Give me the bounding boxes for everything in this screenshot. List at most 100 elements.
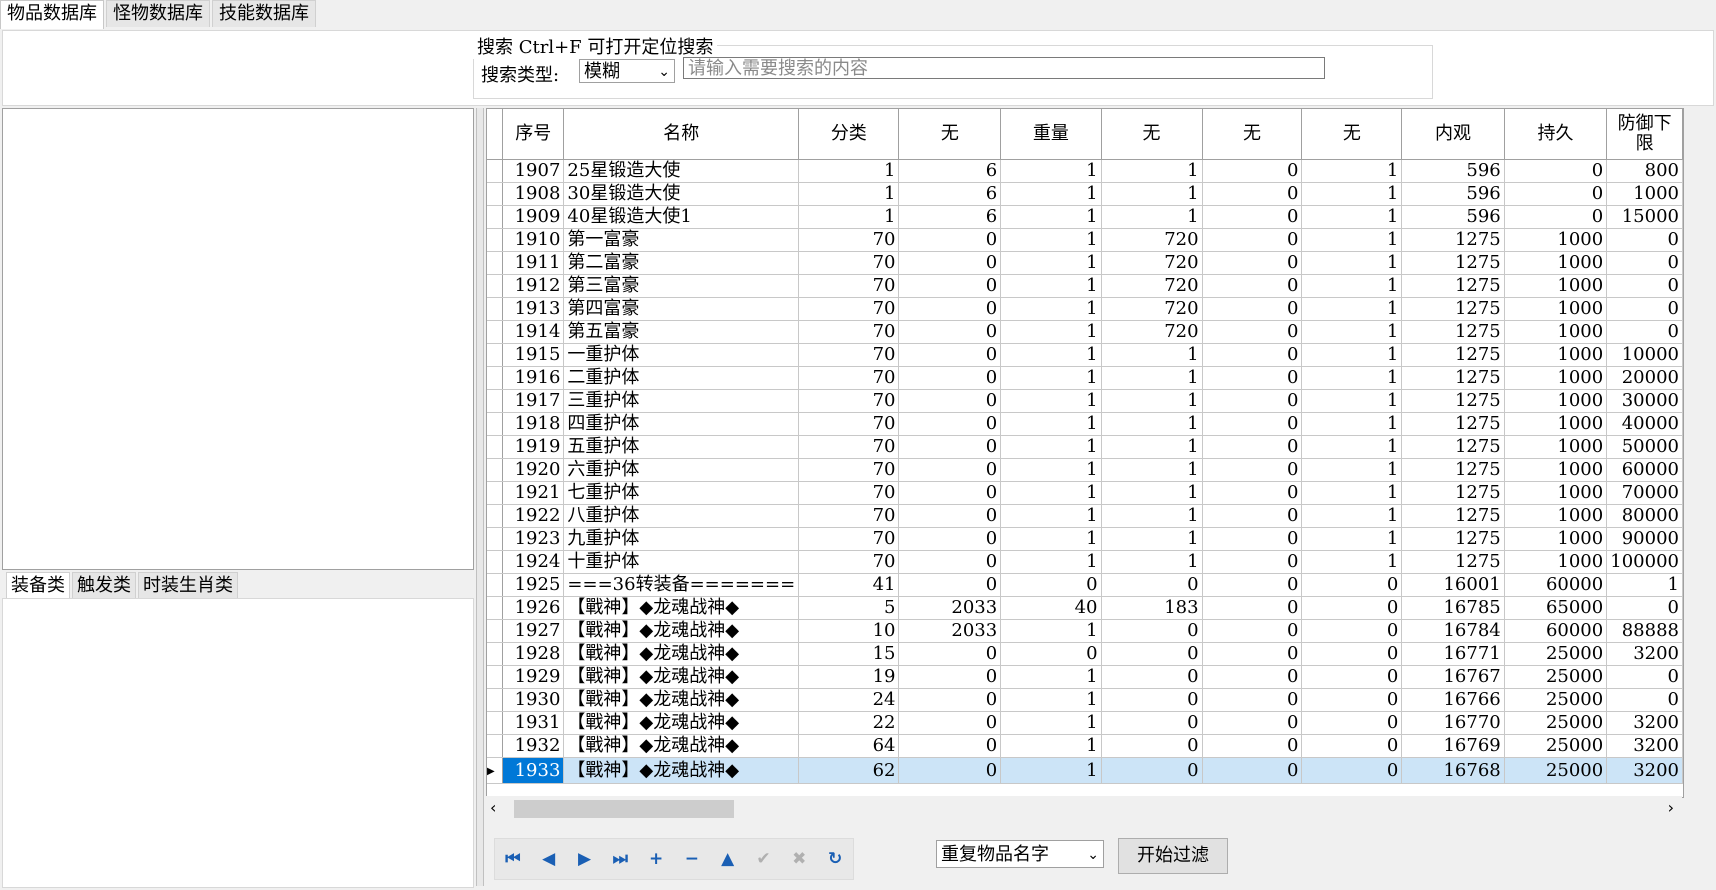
table-cell[interactable]: 1 [1000, 711, 1102, 735]
table-cell[interactable]: 1275 [1401, 435, 1505, 459]
table-cell[interactable]: 0 [898, 228, 1002, 252]
table-row[interactable]: 1909 40星锻造大使1 1 6 1 1 0 1 596 0 15000 [487, 205, 1683, 229]
table-cell[interactable]: 1 [1301, 274, 1403, 298]
tab-equipment[interactable]: 装备类 [6, 572, 70, 599]
last-record-icon[interactable]: ⏭ [602, 849, 638, 869]
table-row[interactable]: 1923 九重护体 70 0 1 1 0 1 1275 1000 90000 [487, 527, 1683, 551]
table-cell[interactable]: 【戰神】◆龙魂战神◆ [563, 596, 800, 620]
table-cell[interactable]: 1 [1000, 688, 1102, 712]
table-row[interactable]: 1914 第五富豪 70 0 1 720 0 1 1275 1000 0 [487, 320, 1683, 344]
table-cell[interactable]: 16784 [1401, 619, 1505, 643]
table-cell[interactable]: 【戰神】◆龙魂战神◆ [563, 642, 800, 666]
table-cell[interactable]: 1000 [1504, 412, 1608, 436]
table-cell[interactable]: 0 [1202, 596, 1303, 620]
table-cell[interactable]: 70 [798, 343, 900, 367]
table-cell[interactable]: 1916 [502, 366, 565, 390]
tab-skill-database[interactable]: 技能数据库 [212, 0, 316, 27]
table-cell[interactable]: 596 [1401, 159, 1505, 183]
table-cell[interactable]: 0 [1301, 688, 1403, 712]
cancel-record-icon[interactable]: ✖ [781, 849, 817, 869]
table-cell[interactable]: 1929 [502, 665, 565, 689]
row-indicator[interactable] [487, 297, 503, 321]
table-cell[interactable]: 0 [1606, 228, 1683, 252]
table-cell[interactable]: 1933 [502, 757, 565, 784]
row-indicator[interactable] [487, 504, 503, 528]
table-cell[interactable]: 第五富豪 [563, 320, 800, 344]
table-cell[interactable]: 1 [1301, 205, 1403, 229]
table-cell[interactable]: ===36转装备======= [563, 573, 800, 597]
table-cell[interactable]: 1000 [1504, 435, 1608, 459]
table-cell[interactable]: 0 [1202, 435, 1303, 459]
row-indicator[interactable] [487, 734, 503, 758]
table-cell[interactable]: 【戰神】◆龙魂战神◆ [563, 688, 800, 712]
table-cell[interactable]: 1275 [1401, 228, 1505, 252]
table-cell[interactable]: 16771 [1401, 642, 1505, 666]
table-cell[interactable]: 6 [898, 159, 1002, 183]
table-cell[interactable]: 1 [1000, 550, 1102, 574]
post-record-icon[interactable]: ✔ [746, 849, 782, 869]
table-cell[interactable]: 0 [898, 573, 1002, 597]
table-cell[interactable]: 60000 [1606, 458, 1683, 482]
table-cell[interactable]: 八重护体 [563, 504, 800, 528]
table-cell[interactable]: 0 [898, 711, 1002, 735]
table-row[interactable]: 1922 八重护体 70 0 1 1 0 1 1275 1000 80000 [487, 504, 1683, 528]
table-cell[interactable]: 0 [1202, 205, 1303, 229]
table-cell[interactable]: 0 [898, 343, 1002, 367]
table-cell[interactable]: 0 [1504, 182, 1608, 206]
table-cell[interactable]: 一重护体 [563, 343, 800, 367]
row-indicator[interactable] [487, 688, 503, 712]
table-row[interactable]: 1931 【戰神】◆龙魂战神◆ 22 0 1 0 0 0 16770 25000 3200 [487, 711, 1683, 735]
table-cell[interactable]: 1000 [1504, 504, 1608, 528]
table-cell[interactable]: 40000 [1606, 412, 1683, 436]
table-cell[interactable]: 七重护体 [563, 481, 800, 505]
table-cell[interactable]: 0 [1202, 297, 1303, 321]
insert-record-icon[interactable]: + [638, 849, 674, 869]
table-cell[interactable]: 70 [798, 435, 900, 459]
table-cell[interactable]: 1 [1000, 619, 1102, 643]
table-cell[interactable]: 0 [1301, 711, 1403, 735]
table-cell[interactable]: 70 [798, 228, 900, 252]
table-cell[interactable]: 1 [1000, 504, 1102, 528]
table-cell[interactable]: 0 [1301, 596, 1403, 620]
table-cell[interactable]: 720 [1101, 228, 1203, 252]
table-cell[interactable]: 1 [1000, 228, 1102, 252]
table-cell[interactable]: 0 [1101, 619, 1203, 643]
table-cell[interactable]: 0 [898, 389, 1002, 413]
table-cell[interactable]: 40星锻造大使1 [563, 205, 800, 229]
table-cell[interactable]: 1 [1000, 274, 1102, 298]
table-cell[interactable]: 1 [1101, 389, 1203, 413]
table-cell[interactable]: 第一富豪 [563, 228, 800, 252]
table-cell[interactable]: 1000 [1606, 182, 1683, 206]
table-cell[interactable]: 0 [898, 481, 1002, 505]
tab-fashion-zodiac[interactable]: 时装生肖类 [138, 572, 238, 599]
table-cell[interactable]: 1926 [502, 596, 565, 620]
table-cell[interactable]: 1 [1301, 343, 1403, 367]
row-indicator[interactable] [487, 711, 503, 735]
table-cell[interactable]: 3200 [1606, 711, 1683, 735]
table-cell[interactable]: 1918 [502, 412, 565, 436]
table-cell[interactable]: 【戰神】◆龙魂战神◆ [563, 665, 800, 689]
table-cell[interactable]: 20000 [1606, 366, 1683, 390]
column-header[interactable]: 重量 [1000, 109, 1102, 160]
table-cell[interactable]: 0 [898, 412, 1002, 436]
row-indicator[interactable] [487, 182, 503, 206]
table-row[interactable]: 1910 第一富豪 70 0 1 720 0 1 1275 1000 0 [487, 228, 1683, 252]
row-indicator[interactable] [487, 228, 503, 252]
table-cell[interactable]: 0 [1301, 734, 1403, 758]
table-cell[interactable]: 1 [1101, 366, 1203, 390]
table-row[interactable]: 1919 五重护体 70 0 1 1 0 1 1275 1000 50000 [487, 435, 1683, 459]
table-cell[interactable]: 0 [1504, 205, 1608, 229]
table-cell[interactable]: 1931 [502, 711, 565, 735]
table-cell[interactable]: 1 [1000, 458, 1102, 482]
table-cell[interactable]: 九重护体 [563, 527, 800, 551]
column-header[interactable]: 持久 [1504, 109, 1608, 160]
table-cell[interactable]: 1 [1000, 182, 1102, 206]
table-cell[interactable]: 1 [1606, 573, 1683, 597]
table-cell[interactable]: 0 [898, 757, 1002, 784]
table-cell[interactable]: 30星锻造大使 [563, 182, 800, 206]
table-cell[interactable]: 16767 [1401, 665, 1505, 689]
table-row[interactable]: 1917 三重护体 70 0 1 1 0 1 1275 1000 30000 [487, 389, 1683, 413]
table-cell[interactable]: 70 [798, 504, 900, 528]
table-cell[interactable]: 0 [1301, 619, 1403, 643]
table-row[interactable]: 1912 第三富豪 70 0 1 720 0 1 1275 1000 0 [487, 274, 1683, 298]
